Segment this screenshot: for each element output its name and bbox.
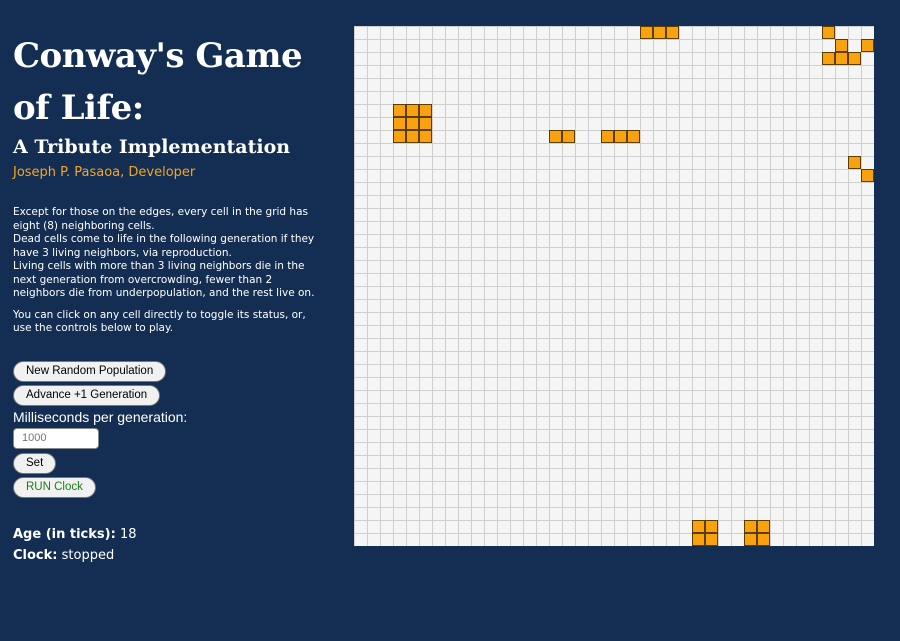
live-cell[interactable] <box>406 104 419 117</box>
advance-generation-button[interactable]: Advance +1 Generation <box>13 384 161 406</box>
live-cell[interactable] <box>393 117 406 130</box>
live-cell[interactable] <box>822 52 835 65</box>
live-cell[interactable] <box>692 533 705 546</box>
live-cell[interactable] <box>549 130 562 143</box>
age-row: Age (in ticks): 18 <box>13 524 333 545</box>
rule-line-neighbors: Except for those on the edges, every cel… <box>13 206 308 232</box>
page-title: Conway's Game of Life: <box>13 36 303 128</box>
live-cell[interactable] <box>627 130 640 143</box>
usage-paragraph: You can click on any cell directly to to… <box>13 308 306 335</box>
live-cell[interactable] <box>393 130 406 143</box>
page-subtitle: A Tribute Implementation <box>13 136 291 158</box>
live-cell[interactable] <box>835 52 848 65</box>
live-cell[interactable] <box>419 130 432 143</box>
stats-panel: Age (in ticks): 18 Clock: stopped <box>13 524 333 566</box>
live-cell[interactable] <box>705 520 718 533</box>
clock-status: stopped <box>61 547 115 563</box>
live-cell[interactable] <box>692 520 705 533</box>
clock-row: Clock: stopped <box>13 545 333 566</box>
live-cell[interactable] <box>406 117 419 130</box>
live-cell[interactable] <box>822 26 835 39</box>
rules-paragraph: Except for those on the edges, every cel… <box>13 206 318 301</box>
live-cell[interactable] <box>705 533 718 546</box>
clock-label: Clock: <box>13 547 58 563</box>
live-cell[interactable] <box>653 26 666 39</box>
developer-credit: Joseph P. Pasaoa, Developer <box>13 165 196 180</box>
age-label: Age (in ticks): <box>13 526 116 542</box>
age-value: 18 <box>119 526 137 542</box>
live-cell[interactable] <box>744 520 757 533</box>
ms-per-generation-input[interactable] <box>13 427 99 449</box>
live-cell[interactable] <box>419 117 432 130</box>
live-cell[interactable] <box>835 39 848 52</box>
game-grid[interactable] <box>354 26 874 546</box>
live-cell[interactable] <box>744 533 757 546</box>
live-cell[interactable] <box>406 130 419 143</box>
live-cell[interactable] <box>757 520 770 533</box>
live-cell[interactable] <box>757 533 770 546</box>
live-cell[interactable] <box>861 169 874 182</box>
controls-panel: New Random Population Advance +1 Generat… <box>13 360 333 498</box>
set-interval-button[interactable]: Set <box>13 452 57 474</box>
live-cell[interactable] <box>614 130 627 143</box>
live-cell[interactable] <box>848 156 861 169</box>
rule-line-reproduction: Dead cells come to life in the following… <box>13 233 315 259</box>
live-cell[interactable] <box>666 26 679 39</box>
live-cell[interactable] <box>562 130 575 143</box>
live-cell[interactable] <box>393 104 406 117</box>
rules-description: Except for those on the edges, every cel… <box>13 206 318 336</box>
live-cell[interactable] <box>601 130 614 143</box>
live-cell[interactable] <box>640 26 653 39</box>
left-panel: Conway's Game of Life: A Tribute Impleme… <box>13 30 333 566</box>
live-cell[interactable] <box>848 52 861 65</box>
new-random-population-button[interactable]: New Random Population <box>13 360 167 382</box>
ms-per-generation-label: Milliseconds per generation: <box>13 408 188 425</box>
run-clock-button[interactable]: RUN Clock <box>13 476 96 498</box>
rule-line-survival: Living cells with more than 3 living nei… <box>13 260 315 299</box>
live-cell[interactable] <box>419 104 432 117</box>
live-cell[interactable] <box>861 39 874 52</box>
